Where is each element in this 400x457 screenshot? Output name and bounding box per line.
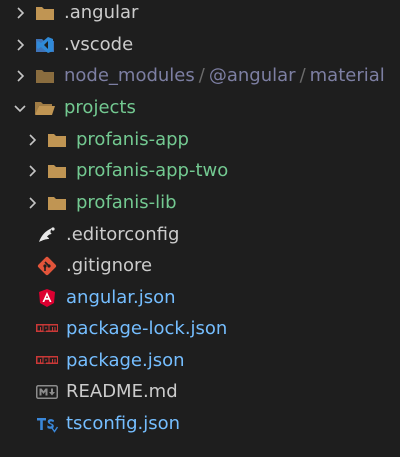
tree-item-angular-json-file[interactable]: angular.json xyxy=(0,282,400,313)
chevron-down-icon[interactable] xyxy=(10,98,30,118)
folder-icon xyxy=(46,130,68,150)
tree-item-label: profanis-app-two xyxy=(76,160,229,181)
editorconfig-icon xyxy=(36,225,58,245)
chevron-right-icon[interactable] xyxy=(22,193,42,213)
tree-item-vscode-folder[interactable]: .vscode xyxy=(0,29,400,60)
chevron-right-icon[interactable] xyxy=(22,161,42,181)
tree-item-label: projects xyxy=(64,97,136,118)
typescript-icon xyxy=(36,414,58,434)
angular-icon xyxy=(36,288,58,308)
vscode-folder-icon xyxy=(34,35,56,55)
tree-item-label: profanis-lib xyxy=(76,192,177,213)
tree-item-projects-folder[interactable]: projects xyxy=(0,92,400,123)
tree-item-label: .angular xyxy=(64,2,139,23)
chevron-right-icon[interactable] xyxy=(10,66,30,86)
path-separator: / xyxy=(198,65,205,86)
tree-item-package-json-file[interactable]: package.json xyxy=(0,345,400,376)
tree-item-label: .gitignore xyxy=(66,255,153,276)
compact-folder-segment-angular[interactable]: @angular xyxy=(209,65,296,86)
tree-item-label: .vscode xyxy=(64,34,134,55)
tree-item-tsconfig-json-file[interactable]: tsconfig.json xyxy=(0,408,400,439)
tree-item-label: package.json xyxy=(66,350,185,371)
tree-item-label: README.md xyxy=(66,381,178,402)
tree-item-node-modules-folder[interactable]: node_modules / @angular / material xyxy=(0,60,400,91)
tree-item-label: .editorconfig xyxy=(66,224,180,245)
tree-item-profanis-lib-folder[interactable]: profanis-lib xyxy=(0,187,400,218)
compact-folder-segment-material[interactable]: material xyxy=(310,65,385,86)
compact-folder-segment-node-modules[interactable]: node_modules xyxy=(64,65,195,86)
npm-icon xyxy=(36,351,58,371)
tree-item-package-lock-json-file[interactable]: package-lock.json xyxy=(0,313,400,344)
tree-item-readme-file[interactable]: README.md xyxy=(0,376,400,407)
tree-item-profanis-app-folder[interactable]: profanis-app xyxy=(0,124,400,155)
tree-item-label: profanis-app xyxy=(76,129,189,150)
chevron-right-icon[interactable] xyxy=(22,130,42,150)
markdown-icon xyxy=(36,382,58,402)
folder-icon xyxy=(34,66,56,86)
git-icon xyxy=(36,256,58,276)
tree-item-label: package-lock.json xyxy=(66,318,228,339)
folder-open-icon xyxy=(34,98,56,118)
chevron-right-icon[interactable] xyxy=(10,35,30,55)
file-explorer-tree: .angular .vscode node_modules / @angular… xyxy=(0,0,400,457)
path-separator: / xyxy=(299,65,306,86)
folder-icon xyxy=(46,193,68,213)
tree-item-angular-folder[interactable]: .angular xyxy=(0,0,400,28)
folder-icon xyxy=(46,161,68,181)
tree-item-gitignore-file[interactable]: .gitignore xyxy=(0,250,400,281)
tree-item-label: tsconfig.json xyxy=(66,413,181,434)
tree-item-label: angular.json xyxy=(66,287,176,308)
npm-icon xyxy=(36,319,58,339)
chevron-right-icon[interactable] xyxy=(10,3,30,23)
tree-item-editorconfig-file[interactable]: .editorconfig xyxy=(0,219,400,250)
tree-item-profanis-app-two-folder[interactable]: profanis-app-two xyxy=(0,155,400,186)
folder-icon xyxy=(34,3,56,23)
